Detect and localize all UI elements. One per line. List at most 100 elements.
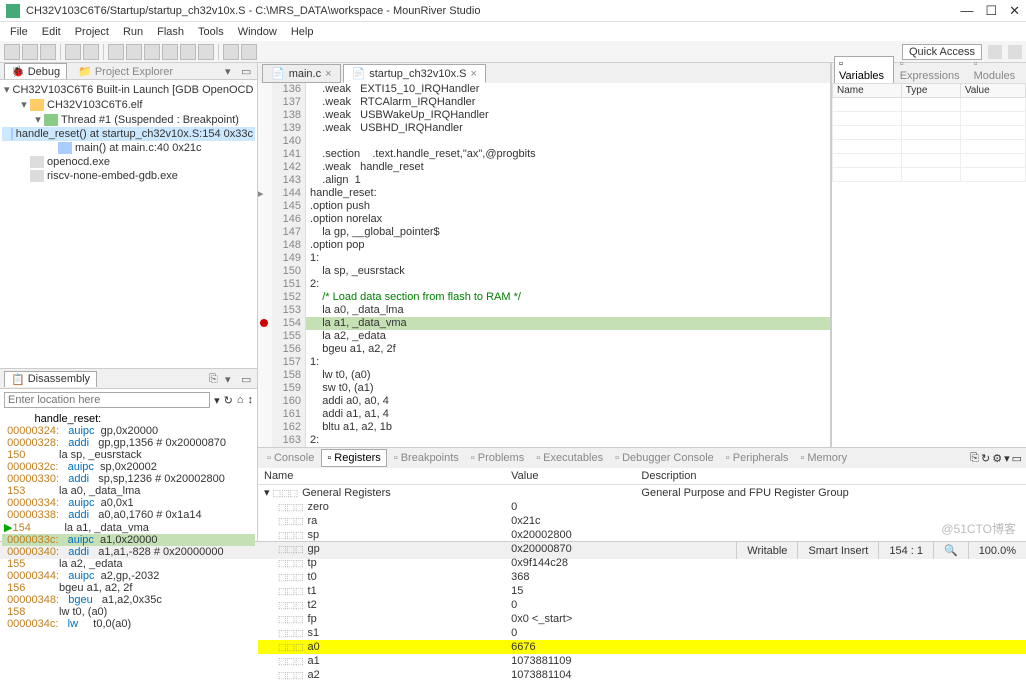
- close-icon[interactable]: ×: [325, 68, 331, 80]
- editor-line[interactable]: .option pop: [306, 239, 830, 252]
- editor-line[interactable]: .weak handle_reset: [306, 161, 830, 174]
- disasm-line[interactable]: 00000334: auipc a0,0x1: [2, 497, 255, 509]
- variables-grid[interactable]: NameTypeValue: [832, 83, 1026, 447]
- build-icon[interactable]: [65, 44, 81, 60]
- register-row[interactable]: ⬚⬚⬚t20: [258, 598, 1026, 612]
- tree-item[interactable]: handle_reset() at startup_ch32v10x.S:154…: [2, 127, 255, 141]
- maximize-button[interactable]: ☐: [985, 3, 997, 19]
- editor-line[interactable]: la sp, _eusrstack: [306, 265, 830, 278]
- editor-line[interactable]: /* Load data section from flash to RAM *…: [306, 291, 830, 304]
- panel-btn-icon[interactable]: ▭: [1012, 452, 1022, 465]
- menu-tools[interactable]: Tools: [192, 24, 230, 40]
- disasm-location-input[interactable]: [4, 392, 210, 408]
- col-header[interactable]: Value: [505, 468, 635, 485]
- editor-line[interactable]: la a0, _data_lma: [306, 304, 830, 317]
- editor-line[interactable]: .weak RTCAlarm_IRQHandler: [306, 96, 830, 109]
- debug-icon[interactable]: [83, 44, 99, 60]
- register-row[interactable]: ⬚⬚⬚t115: [258, 584, 1026, 598]
- status-zoom-icon[interactable]: 🔍: [933, 542, 968, 559]
- disasm-line[interactable]: ▶154 la a1, _data_vma: [2, 521, 255, 534]
- new-icon[interactable]: [4, 44, 20, 60]
- disasm-dropdown-icon[interactable]: ▾: [214, 394, 220, 407]
- register-row[interactable]: ⬚⬚⬚a21073881104: [258, 668, 1026, 682]
- editor-line[interactable]: .weak USBWakeUp_IRQHandler: [306, 109, 830, 122]
- disasm-line[interactable]: 155 la a2, _edata: [2, 558, 255, 570]
- tab-problems[interactable]: ▫ Problems: [466, 450, 529, 466]
- nav-fwd-icon[interactable]: [241, 44, 257, 60]
- register-row[interactable]: ⬚⬚⬚fp0x0 <_start>: [258, 612, 1026, 626]
- step-over-icon[interactable]: [180, 44, 196, 60]
- editor-line[interactable]: .align 1: [306, 174, 830, 187]
- editor-line[interactable]: bgeu a1, a2, 2f: [306, 343, 830, 356]
- tab-executables[interactable]: ▫ Executables: [531, 450, 608, 466]
- menu-run[interactable]: Run: [117, 24, 149, 40]
- tab-project-explorer[interactable]: 📁 Project Explorer: [71, 63, 180, 79]
- editor-line[interactable]: 1:: [306, 356, 830, 369]
- tab-expressions[interactable]: ▫ Expressions: [896, 57, 968, 83]
- disasm-line[interactable]: 153 la a0, _data_lma: [2, 485, 255, 497]
- disasm-line[interactable]: 00000338: addi a0,a0,1760 # 0x1a14: [2, 509, 255, 521]
- status-zoom[interactable]: 100.0%: [968, 542, 1026, 559]
- editor-tab[interactable]: 📄startup_ch32v10x.S×: [343, 64, 486, 83]
- tree-item[interactable]: riscv-none-embed-gdb.exe: [2, 169, 255, 183]
- menu-help[interactable]: Help: [285, 24, 320, 40]
- close-button[interactable]: ✕: [1009, 3, 1020, 19]
- disasm-line[interactable]: 00000348: bgeu a1,a2,0x35c: [2, 594, 255, 606]
- resume-icon[interactable]: [108, 44, 124, 60]
- tab-disassembly[interactable]: 📋 Disassembly: [4, 371, 97, 387]
- editor-line[interactable]: addi a0, a0, 4: [306, 395, 830, 408]
- col-header[interactable]: Value: [960, 84, 1025, 98]
- panel-btn-icon[interactable]: ⎘: [209, 373, 221, 385]
- suspend-icon[interactable]: [126, 44, 142, 60]
- disasm-refresh-icon[interactable]: ↻: [224, 394, 233, 407]
- editor-line[interactable]: .weak USBHD_IRQHandler: [306, 122, 830, 135]
- panel-btn-icon[interactable]: ⎘: [970, 452, 979, 465]
- menu-window[interactable]: Window: [232, 24, 283, 40]
- disasm-line[interactable]: 00000328: addi gp,gp,1356 # 0x20000870: [2, 437, 255, 449]
- table-row[interactable]: [833, 168, 1026, 182]
- disasm-line[interactable]: 156 bgeu a1, a2, 2f: [2, 582, 255, 594]
- tab-peripherals[interactable]: ▫ Peripherals: [721, 450, 794, 466]
- panel-min-icon[interactable]: ▭: [241, 65, 253, 77]
- tree-item[interactable]: ▾CH32V103C6T6 Built-in Launch [GDB OpenO…: [2, 82, 255, 97]
- register-row[interactable]: ⬚⬚⬚t0368: [258, 570, 1026, 584]
- col-header[interactable]: Description: [635, 468, 1026, 485]
- panel-menu-icon[interactable]: ▾: [225, 65, 237, 77]
- table-row[interactable]: [833, 126, 1026, 140]
- nav-back-icon[interactable]: [223, 44, 239, 60]
- register-row[interactable]: ⬚⬚⬚a11073881109: [258, 654, 1026, 668]
- editor-line[interactable]: .option norelax: [306, 213, 830, 226]
- register-row[interactable]: ⬚⬚⬚s10: [258, 626, 1026, 640]
- save-icon[interactable]: [22, 44, 38, 60]
- disasm-line[interactable]: 0000034c: lw t0,0(a0): [2, 618, 255, 630]
- tab-modules[interactable]: ▫ Modules: [970, 57, 1024, 83]
- menu-file[interactable]: File: [4, 24, 34, 40]
- editor-line[interactable]: .weak EXTI15_10_IRQHandler: [306, 83, 830, 96]
- col-header[interactable]: Type: [901, 84, 960, 98]
- debug-tree[interactable]: ▾CH32V103C6T6 Built-in Launch [GDB OpenO…: [0, 80, 257, 368]
- disasm-line[interactable]: 00000340: addi a1,a1,-828 # 0x20000000: [2, 546, 255, 558]
- terminate-icon[interactable]: [144, 44, 160, 60]
- tab-console[interactable]: ▫ Console: [262, 450, 319, 466]
- menu-flash[interactable]: Flash: [151, 24, 190, 40]
- table-row[interactable]: [833, 98, 1026, 112]
- disasm-line[interactable]: 00000330: addi sp,sp,1236 # 0x20002800: [2, 473, 255, 485]
- panel-btn-icon[interactable]: ⚙: [992, 452, 1002, 465]
- col-header[interactable]: Name: [258, 468, 505, 485]
- disasm-body[interactable]: handle_reset: 00000324: auipc gp,0x20000…: [0, 411, 257, 632]
- table-row[interactable]: [833, 154, 1026, 168]
- tree-item[interactable]: openocd.exe: [2, 155, 255, 169]
- disasm-line[interactable]: 0000032c: auipc sp,0x20002: [2, 461, 255, 473]
- disasm-home-icon[interactable]: ⌂: [237, 394, 244, 406]
- editor-line[interactable]: 2:: [306, 434, 830, 447]
- save-all-icon[interactable]: [40, 44, 56, 60]
- menu-project[interactable]: Project: [69, 24, 115, 40]
- disasm-line[interactable]: 00000344: auipc a2,gp,-2032: [2, 570, 255, 582]
- register-row[interactable]: ⬚⬚⬚ra0x21c: [258, 514, 1026, 528]
- editor-line[interactable]: 1:: [306, 252, 830, 265]
- editor-line[interactable]: .option push: [306, 200, 830, 213]
- tab-registers[interactable]: ▫ Registers: [321, 449, 386, 467]
- tab-variables[interactable]: ▫ Variables: [834, 56, 894, 83]
- editor-line[interactable]: sw t0, (a1): [306, 382, 830, 395]
- tab-breakpoints[interactable]: ▫ Breakpoints: [389, 450, 464, 466]
